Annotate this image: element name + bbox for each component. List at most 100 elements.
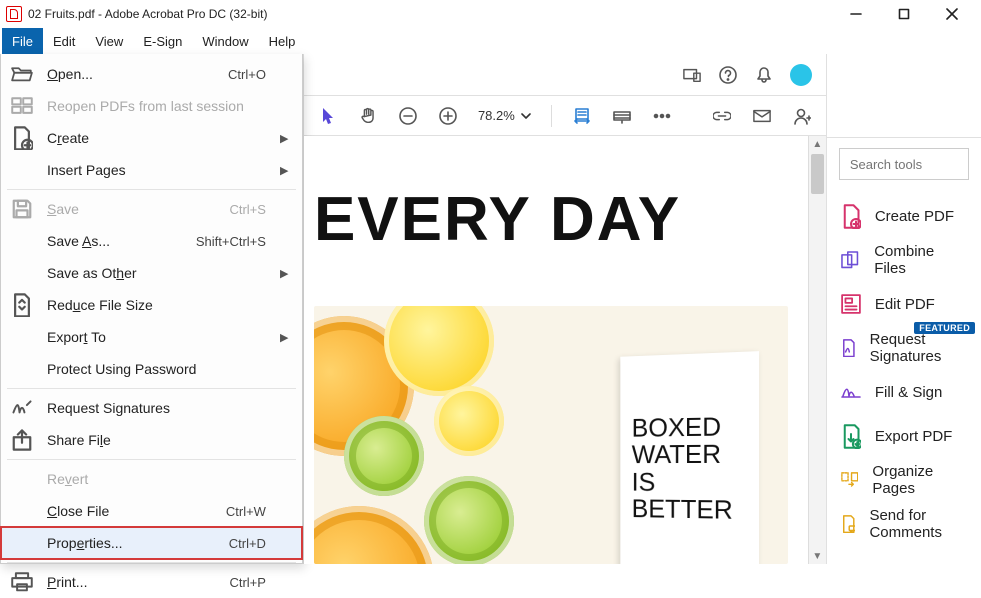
file-close[interactable]: Close File Ctrl+W bbox=[1, 495, 302, 527]
notifications-icon[interactable] bbox=[754, 65, 774, 85]
menu-esign[interactable]: E-Sign bbox=[133, 28, 192, 54]
carton-line1: BOXED bbox=[632, 413, 733, 442]
menu-edit[interactable]: Edit bbox=[43, 28, 85, 54]
vertical-scrollbar[interactable]: ▲ ▼ bbox=[808, 136, 826, 564]
share-devices-icon[interactable] bbox=[682, 65, 702, 85]
scroll-up-icon[interactable]: ▲ bbox=[809, 136, 826, 152]
file-reduce-label: Reduce File Size bbox=[47, 297, 266, 313]
hand-tool-icon[interactable] bbox=[358, 106, 378, 126]
file-save-as[interactable]: Save As... Shift+Ctrl+S bbox=[1, 225, 302, 257]
print-icon bbox=[11, 573, 33, 591]
tool-create-pdf[interactable]: Create PDF bbox=[827, 194, 981, 238]
file-open[interactable]: Open... Ctrl+O bbox=[1, 58, 302, 90]
export-pdf-icon bbox=[841, 426, 861, 446]
toolbar-divider bbox=[551, 105, 552, 127]
help-icon[interactable] bbox=[718, 65, 738, 85]
tool-fill-sign-label: Fill & Sign bbox=[875, 384, 943, 401]
scroll-mode-icon[interactable] bbox=[612, 106, 632, 126]
tool-organize-label: Organize Pages bbox=[872, 463, 967, 497]
menu-file[interactable]: File bbox=[2, 28, 43, 54]
file-reduce[interactable]: Reduce File Size bbox=[1, 289, 302, 321]
page-headline: EVERY DAY bbox=[314, 184, 681, 255]
menu-separator bbox=[7, 388, 296, 389]
file-protect[interactable]: Protect Using Password bbox=[1, 353, 302, 385]
tool-send-comments[interactable]: Send for Comments bbox=[827, 502, 981, 546]
zoom-level[interactable]: 78.2% bbox=[478, 108, 531, 123]
email-icon[interactable] bbox=[752, 106, 772, 126]
carton-line2: WATER bbox=[632, 441, 733, 469]
file-create-label: Create bbox=[47, 130, 266, 146]
organize-icon bbox=[841, 470, 859, 490]
close-button[interactable] bbox=[939, 4, 965, 24]
view-toolbar: 78.2% bbox=[304, 96, 826, 136]
file-export[interactable]: Export To ▶ bbox=[1, 321, 302, 353]
file-props-label: Properties... bbox=[47, 535, 215, 551]
file-revert-label: Revert bbox=[47, 471, 266, 487]
submenu-arrow-icon: ▶ bbox=[280, 267, 288, 280]
tool-edit-pdf[interactable]: Edit PDF bbox=[827, 282, 981, 326]
tool-request-sig-label: Request Signatures bbox=[870, 331, 967, 365]
app-icon bbox=[6, 6, 22, 22]
request-sig-icon bbox=[841, 338, 856, 358]
more-tools-icon[interactable] bbox=[652, 106, 672, 126]
featured-badge: FEATURED bbox=[914, 322, 975, 334]
search-tools-input[interactable] bbox=[839, 148, 969, 180]
file-menu-dropdown: Open... Ctrl+O Reopen PDFs from last ses… bbox=[0, 54, 303, 564]
document-page[interactable]: EVERY DAY BOXED WATER IS BETTER bbox=[304, 136, 808, 564]
tools-panel: Create PDF Combine Files Edit PDF FEATUR… bbox=[826, 54, 981, 564]
file-print[interactable]: Print... Ctrl+P bbox=[1, 566, 302, 598]
fill-sign-icon bbox=[841, 382, 861, 402]
file-save-as-other[interactable]: Save as Other ▶ bbox=[1, 257, 302, 289]
folder-open-icon bbox=[11, 65, 33, 83]
submenu-arrow-icon: ▶ bbox=[280, 331, 288, 344]
minimize-button[interactable] bbox=[843, 4, 869, 24]
file-close-label: Close File bbox=[47, 503, 212, 519]
create-pdf-icon bbox=[841, 206, 861, 226]
menu-view[interactable]: View bbox=[85, 28, 133, 54]
file-saveother-label: Save as Other bbox=[47, 265, 266, 281]
maximize-button[interactable] bbox=[891, 4, 917, 24]
save-icon bbox=[11, 200, 33, 218]
tool-combine[interactable]: Combine Files bbox=[827, 238, 981, 282]
page-image: BOXED WATER IS BETTER bbox=[314, 306, 788, 564]
person-icon[interactable] bbox=[792, 106, 812, 126]
file-revert: Revert bbox=[1, 463, 302, 495]
reduce-icon bbox=[11, 296, 33, 314]
file-open-accel: Ctrl+O bbox=[228, 67, 266, 82]
select-tool-icon[interactable] bbox=[318, 106, 338, 126]
file-properties[interactable]: Properties... Ctrl+D bbox=[1, 527, 302, 559]
scroll-thumb[interactable] bbox=[811, 154, 824, 194]
tool-request-signatures[interactable]: FEATURED Request Signatures bbox=[827, 326, 981, 370]
file-print-accel: Ctrl+P bbox=[229, 575, 265, 590]
file-reopen-label: Reopen PDFs from last session bbox=[47, 98, 266, 114]
send-comments-icon bbox=[841, 514, 856, 534]
file-share-label: Share File bbox=[47, 432, 266, 448]
file-share[interactable]: Share File bbox=[1, 424, 302, 456]
zoom-out-icon[interactable] bbox=[398, 106, 418, 126]
file-insert-pages[interactable]: Insert Pages ▶ bbox=[1, 154, 302, 186]
menu-separator bbox=[7, 189, 296, 190]
tool-send-comments-label: Send for Comments bbox=[869, 507, 967, 541]
menu-separator bbox=[7, 562, 296, 563]
tool-organize[interactable]: Organize Pages bbox=[827, 458, 981, 502]
file-save-label: Save bbox=[47, 201, 215, 217]
scroll-down-icon[interactable]: ▼ bbox=[809, 548, 826, 564]
user-avatar[interactable] bbox=[790, 64, 812, 86]
tool-create-pdf-label: Create PDF bbox=[875, 208, 954, 225]
title-bar: 02 Fruits.pdf - Adobe Acrobat Pro DC (32… bbox=[0, 0, 981, 28]
menu-window[interactable]: Window bbox=[192, 28, 258, 54]
tool-combine-label: Combine Files bbox=[874, 243, 967, 277]
link-share-icon[interactable] bbox=[712, 106, 732, 126]
fit-width-icon[interactable] bbox=[572, 106, 592, 126]
file-create[interactable]: Create ▶ bbox=[1, 122, 302, 154]
tool-fill-sign[interactable]: Fill & Sign bbox=[827, 370, 981, 414]
file-reopen: Reopen PDFs from last session bbox=[1, 90, 302, 122]
menu-help[interactable]: Help bbox=[259, 28, 306, 54]
file-export-label: Export To bbox=[47, 329, 266, 345]
zoom-in-icon[interactable] bbox=[438, 106, 458, 126]
tool-export-pdf[interactable]: Export PDF bbox=[827, 414, 981, 458]
file-request-signatures[interactable]: Request Signatures bbox=[1, 392, 302, 424]
file-save: Save Ctrl+S bbox=[1, 193, 302, 225]
carton-graphic: BOXED WATER IS BETTER bbox=[620, 351, 759, 564]
file-insert-label: Insert Pages bbox=[47, 162, 266, 178]
